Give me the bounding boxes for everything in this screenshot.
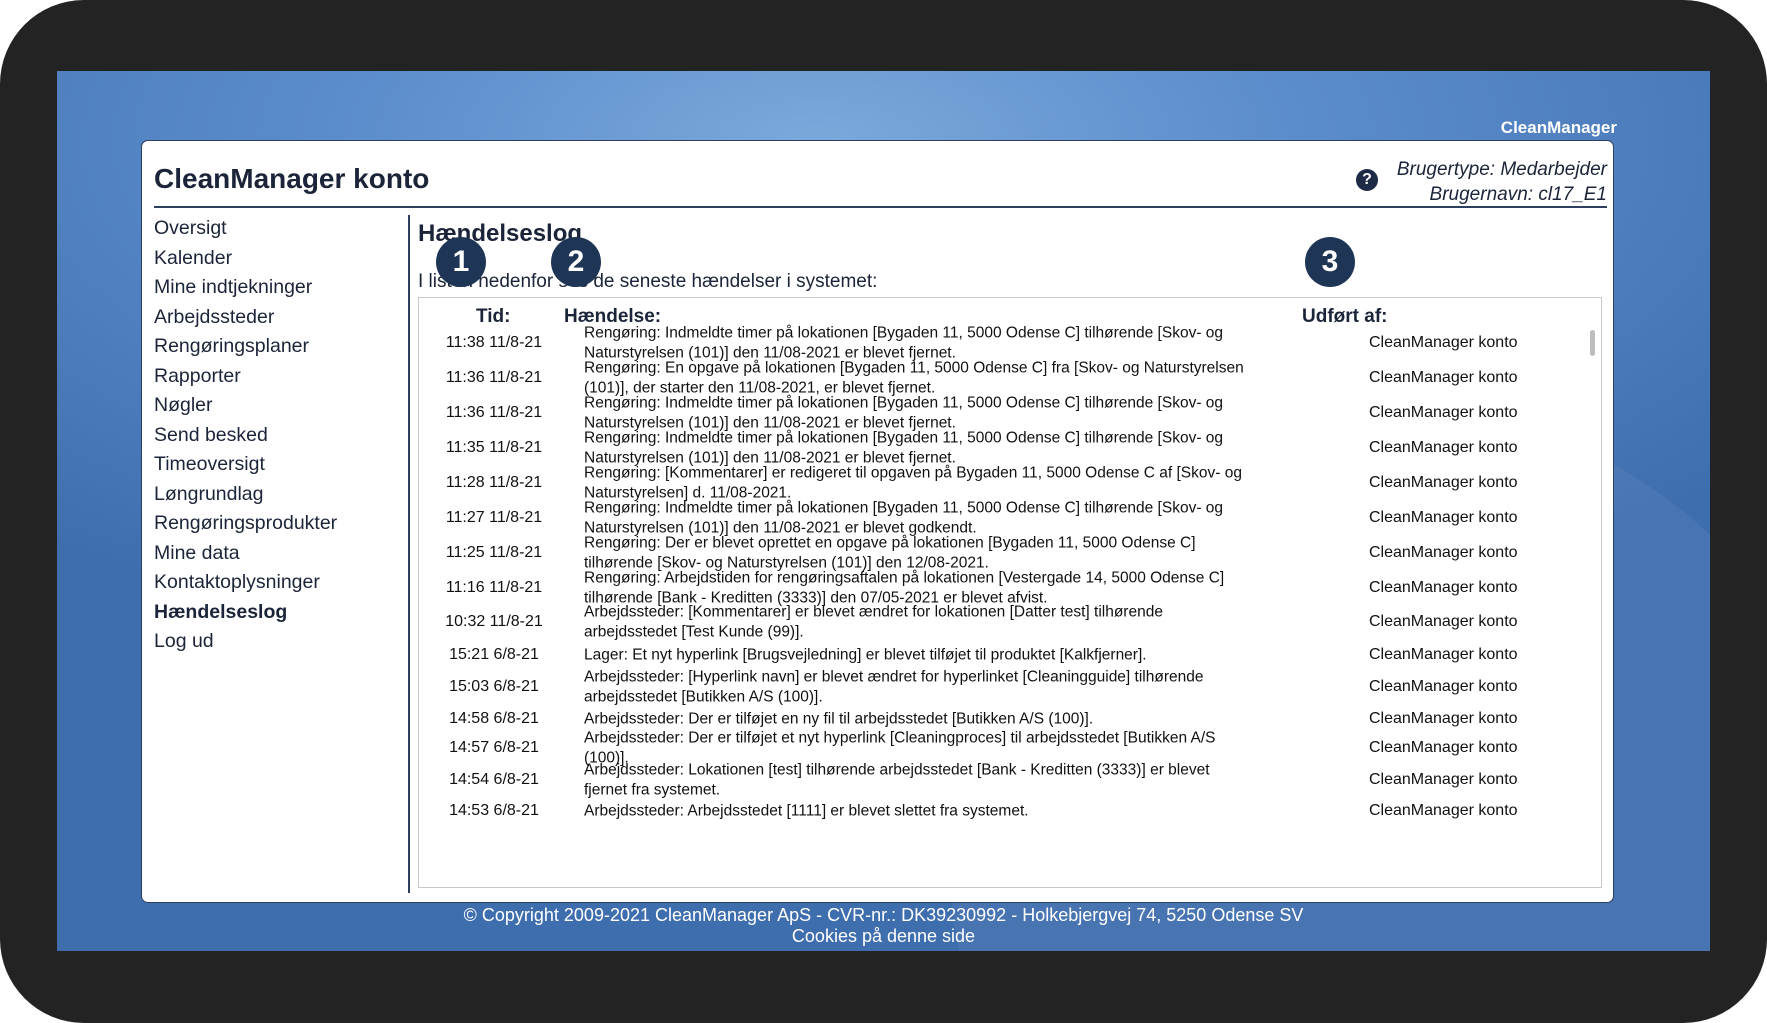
sidebar-item-rengoringsplaner[interactable]: Rengøringsplaner: [154, 332, 337, 362]
log-time: 14:54 6/8-21: [449, 771, 539, 788]
log-time: 11:27 11/8-21: [445, 509, 543, 526]
sidebar-item-nogler[interactable]: Nøgler: [154, 391, 337, 421]
log-row: 11:36 11/8-21 Rengøring: Indmeldte timer …: [419, 394, 1569, 432]
log-row: 11:25 11/8-21 Rengøring: Der er blevet op…: [419, 534, 1569, 572]
log-time: 11:28 11/8-21: [445, 474, 543, 491]
user-info: Brugertype: Medarbejder Brugernavn: cl17…: [1397, 157, 1607, 207]
log-event: Arbejdssteder: [Hyperlink navn] er bleve…: [584, 668, 1204, 706]
log-time: 11:36 11/8-21: [445, 369, 543, 386]
sidebar-item-kontaktoplysninger[interactable]: Kontaktoplysninger: [154, 568, 337, 598]
log-time: 11:16 11/8-21: [445, 579, 543, 596]
sidebar-item-rapporter[interactable]: Rapporter: [154, 362, 337, 392]
log-event: Arbejdssteder: Arbejdsstedet [1111] er b…: [584, 802, 1029, 820]
log-row: 11:27 11/8-21 Rengøring: Indmeldte timer …: [419, 499, 1569, 537]
scrollbar[interactable]: [1587, 298, 1599, 887]
footer-copyright: © Copyright 2009-2021 CleanManager ApS -…: [463, 905, 1304, 925]
log-performed-by: CleanManager konto: [1369, 646, 1518, 663]
log-time: 11:35 11/8-21: [445, 439, 543, 456]
log-event: Rengøring: Indmeldte timer på lokationen…: [584, 324, 1224, 362]
log-time: 15:03 6/8-21: [449, 678, 539, 695]
callout-marker-1: 1: [436, 237, 486, 287]
log-performed-by: CleanManager konto: [1369, 439, 1518, 456]
user-type: Brugertype: Medarbejder: [1396, 159, 1607, 180]
log-performed-by: CleanManager konto: [1369, 334, 1518, 351]
sidebar-item-longrundlag[interactable]: Løngrundlag: [154, 480, 337, 510]
log-row: 11:35 11/8-21 Rengøring: Indmeldte timer …: [419, 429, 1569, 467]
log-time: 14:57 6/8-21: [449, 739, 539, 756]
log-row: 11:36 11/8-21 Rengøring: En opgave på lok…: [419, 359, 1569, 397]
log-performed-by: CleanManager konto: [1369, 613, 1518, 630]
log-performed-by: CleanManager konto: [1369, 544, 1518, 561]
log-performed-by: CleanManager konto: [1369, 509, 1518, 526]
log-time: 15:21 6/8-21: [449, 646, 539, 663]
log-time: 14:53 6/8-21: [449, 802, 539, 819]
log-time: 11:38 11/8-21: [445, 334, 543, 351]
footer-cookies-link[interactable]: Cookies på denne side: [57, 926, 1710, 947]
callout-marker-2: 2: [551, 237, 601, 287]
log-event: Arbejdssteder: [Kommentarer] er blevet æ…: [584, 603, 1163, 641]
log-performed-by: CleanManager konto: [1369, 802, 1518, 819]
callout-marker-3: 3: [1305, 237, 1355, 287]
log-time: 14:58 6/8-21: [449, 710, 539, 727]
sidebar-item-rengoringsprodukter[interactable]: Rengøringsprodukter: [154, 509, 337, 539]
column-header-by: Udført af:: [1302, 306, 1388, 327]
header-divider: [154, 206, 1607, 208]
log-time: 11:36 11/8-21: [445, 404, 543, 421]
log-performed-by: CleanManager konto: [1369, 710, 1518, 727]
sidebar-item-arbejdssteder[interactable]: Arbejdssteder: [154, 303, 337, 333]
sidebar-item-mine-data[interactable]: Mine data: [154, 539, 337, 569]
log-event: Rengøring: Indmeldte timer på lokationen…: [584, 429, 1224, 467]
log-row: 11:38 11/8-21 Rengøring: Indmeldte timer …: [419, 324, 1569, 362]
sidebar-item-log-ud[interactable]: Log ud: [154, 627, 337, 657]
log-event: Rengøring: [Kommentarer] er redigeret ti…: [584, 464, 1242, 502]
log-event: Rengøring: En opgave på lokationen [Byga…: [584, 359, 1244, 397]
log-event: Rengøring: Indmeldte timer på lokationen…: [584, 394, 1224, 432]
sidebar-divider: [408, 215, 410, 893]
account-panel: CleanManager konto ? Brugertype: Medarbe…: [141, 140, 1614, 903]
log-event: Lager: Et nyt hyperlink [Brugsvejledning…: [584, 646, 1147, 664]
log-event: Rengøring: Indmeldte timer på lokationen…: [584, 499, 1224, 537]
sidebar-nav: Oversigt Kalender Mine indtjekninger Arb…: [154, 214, 337, 657]
log-event: Arbejdssteder: Der er tilføjet en ny fil…: [584, 710, 1094, 728]
sidebar-item-mine-indtjekninger[interactable]: Mine indtjekninger: [154, 273, 337, 303]
log-row: 11:28 11/8-21 Rengøring: [Kommentarer] er…: [419, 464, 1569, 502]
log-row: 10:32 11/8-21 Arbejdssteder: [Kommentarer…: [419, 603, 1569, 641]
log-performed-by: CleanManager konto: [1369, 369, 1518, 386]
event-log-list: Tid: Hændelse: Udført af: 11:38 11/8-21 R…: [418, 297, 1602, 888]
log-time: 11:25 11/8-21: [445, 544, 543, 561]
user-name: Brugernavn: cl17_E1: [1429, 184, 1607, 205]
brand-link[interactable]: CleanManager: [1501, 118, 1617, 138]
log-row: 14:53 6/8-21 Arbejdssteder: Arbejdsstedet…: [419, 794, 1569, 828]
log-row: 14:54 6/8-21 Arbejdssteder: Lokationen [t…: [419, 762, 1569, 799]
log-performed-by: CleanManager konto: [1369, 474, 1518, 491]
log-event: Rengøring: Der er blevet oprettet en opg…: [584, 534, 1196, 572]
help-icon[interactable]: ?: [1356, 169, 1378, 191]
sidebar-item-kalender[interactable]: Kalender: [154, 244, 337, 274]
column-header-time: Tid:: [476, 306, 511, 327]
scrollbar-thumb[interactable]: [1590, 330, 1595, 356]
page-title: CleanManager konto: [154, 163, 430, 194]
log-performed-by: CleanManager konto: [1369, 579, 1518, 596]
intro-text: I listen nedenfor ses de seneste hændels…: [418, 271, 878, 292]
log-row: 11:16 11/8-21 Rengøring: Arbejdstiden for…: [419, 570, 1569, 607]
log-performed-by: CleanManager konto: [1369, 404, 1518, 421]
screen: CleanManager CleanManager konto ? Bruger…: [57, 71, 1710, 951]
log-performed-by: CleanManager konto: [1369, 678, 1518, 695]
sidebar-item-oversigt[interactable]: Oversigt: [154, 214, 337, 244]
log-time: 10:32 11/8-21: [445, 613, 543, 630]
device-bezel: CleanManager CleanManager konto ? Bruger…: [0, 0, 1767, 1023]
log-performed-by: CleanManager konto: [1369, 739, 1518, 756]
sidebar-item-timeoversigt[interactable]: Timeoversigt: [154, 450, 337, 480]
log-performed-by: CleanManager konto: [1369, 771, 1518, 788]
sidebar-item-haendelseslog[interactable]: Hændelseslog: [154, 598, 337, 628]
sidebar-item-send-besked[interactable]: Send besked: [154, 421, 337, 451]
log-row: 15:03 6/8-21 Arbejdssteder: [Hyperlink na…: [419, 668, 1569, 706]
